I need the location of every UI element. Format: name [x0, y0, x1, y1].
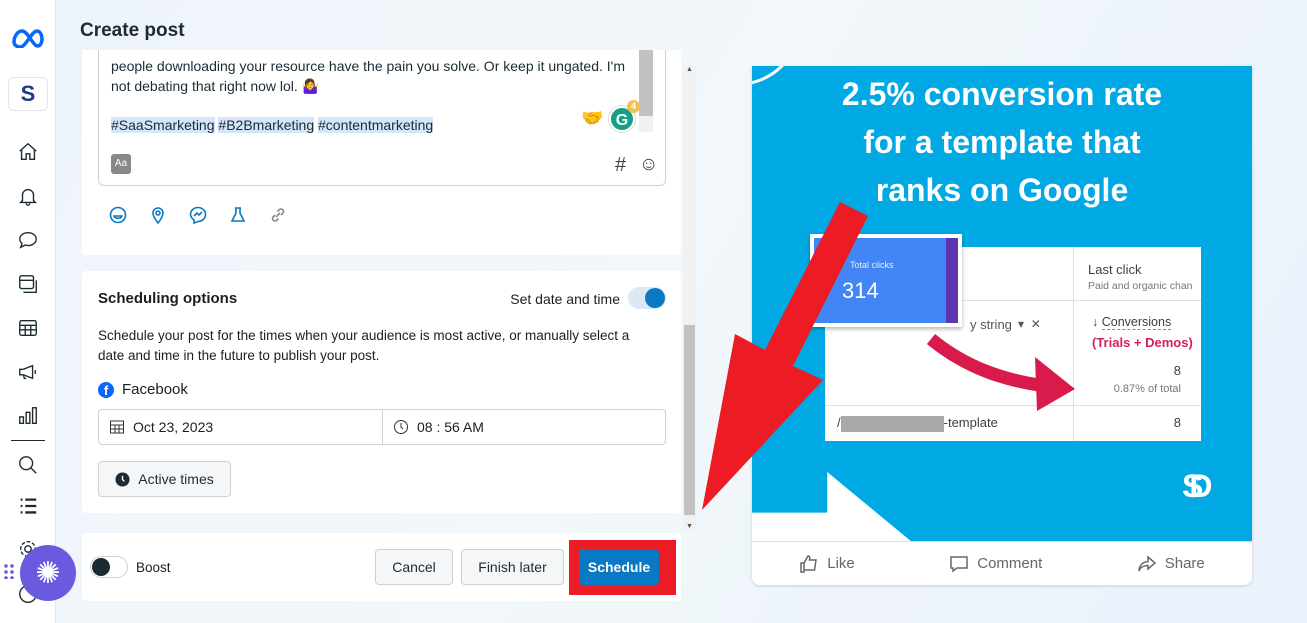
chat-icon[interactable]: [16, 228, 40, 252]
textbox-scrollbar[interactable]: [639, 50, 653, 132]
page-title: Create post: [80, 20, 185, 41]
account-avatar[interactable]: S: [8, 77, 48, 111]
post-actions-bar: Like Comment Share: [752, 541, 1252, 585]
post-text-line: not debating that right now lol. 🤷‍♀️: [111, 78, 320, 94]
drag-dots-icon[interactable]: [3, 563, 15, 579]
set-date-time-label: Set date and time: [510, 291, 620, 307]
post-image: 2.5% conversion rate for a template that r…: [752, 66, 1252, 541]
flask-icon[interactable]: [229, 206, 247, 224]
facebook-icon: f: [98, 381, 114, 398]
grammarly-icon[interactable]: G4: [609, 100, 640, 132]
set-date-time-toggle[interactable]: [628, 287, 666, 309]
hashtag[interactable]: #contentmarketing: [318, 117, 434, 133]
post-text-line: people downloading your resource have th…: [111, 58, 625, 74]
platform-name: Facebook: [122, 381, 188, 398]
hashtags: #SaaSmarketing #B2Bmarketing #contentmar…: [111, 115, 434, 135]
post-text-input[interactable]: people downloading your resource have th…: [98, 50, 666, 186]
schedule-button[interactable]: Schedule: [579, 549, 659, 585]
sidebar: S: [0, 0, 56, 623]
messenger-icon[interactable]: [189, 206, 207, 225]
scheduling-options-panel: Scheduling options Set date and time Sch…: [82, 271, 681, 513]
emoji-button[interactable]: ☺: [639, 154, 658, 176]
clock-icon: [394, 420, 408, 434]
clock-filled-icon: [115, 471, 130, 487]
list-icon[interactable]: [16, 494, 40, 518]
cancel-button[interactable]: Cancel: [375, 549, 453, 585]
platform-row: f Facebook: [98, 381, 188, 398]
location-pin-icon[interactable]: [149, 206, 167, 225]
calendar-icon: [110, 420, 124, 434]
bar-chart-icon[interactable]: [16, 404, 40, 428]
meta-logo-icon[interactable]: [10, 26, 46, 50]
share-icon: [1137, 554, 1156, 571]
corner-shape: [752, 472, 912, 541]
active-times-button[interactable]: Active times: [98, 461, 231, 497]
post-preview: 2.5% conversion rate for a template that r…: [752, 66, 1252, 585]
image-headline: 2.5% conversion rate for a template that r…: [841, 76, 1163, 208]
megaphone-icon[interactable]: [16, 360, 40, 384]
link-icon[interactable]: [269, 206, 287, 224]
share-button[interactable]: Share: [1137, 554, 1205, 574]
handshake-emoji-icon: 🤝: [581, 108, 604, 128]
feeling-emoji-icon[interactable]: [109, 206, 127, 224]
curved-arrow-icon: [926, 333, 1075, 411]
post-editor-panel: people downloading your resource have th…: [82, 50, 681, 255]
text-style-button[interactable]: Aa: [111, 154, 131, 174]
panel-scrollbar[interactable]: ▲ ▼: [683, 66, 696, 530]
scheduling-description: Schedule your post for the times when yo…: [98, 328, 630, 363]
section-title: Scheduling options: [98, 290, 238, 307]
like-button[interactable]: Like: [799, 554, 855, 574]
finish-later-button[interactable]: Finish later: [461, 549, 564, 585]
time-picker-input[interactable]: 08 : 56 AM: [382, 409, 666, 445]
calendar-icon[interactable]: [16, 316, 40, 340]
search-icon[interactable]: [16, 453, 40, 477]
hashtag-button[interactable]: #: [615, 154, 626, 177]
comment-button[interactable]: Comment: [949, 554, 1042, 574]
bell-icon[interactable]: [16, 184, 40, 208]
thumbs-up-icon: [800, 554, 818, 573]
content-icon[interactable]: [16, 272, 40, 296]
date-picker-input[interactable]: Oct 23, 2023: [98, 409, 383, 445]
hashtag[interactable]: #B2Bmarketing: [218, 117, 315, 133]
boost-toggle[interactable]: [90, 556, 128, 578]
hashtag[interactable]: #SaaSmarketing: [111, 117, 215, 133]
assistant-fab-button[interactable]: ✺: [20, 545, 76, 601]
home-icon[interactable]: [16, 140, 40, 164]
comment-icon: [950, 555, 968, 572]
boost-label: Boost: [136, 560, 171, 575]
post-footer: Boost Cancel Finish later Schedule: [82, 533, 681, 601]
sparkle-icon: ✺: [35, 556, 61, 590]
sidebar-divider: [11, 440, 45, 441]
total-clicks-card: Total clicks 314: [810, 234, 962, 327]
brand-logo: SD: [1182, 468, 1213, 504]
